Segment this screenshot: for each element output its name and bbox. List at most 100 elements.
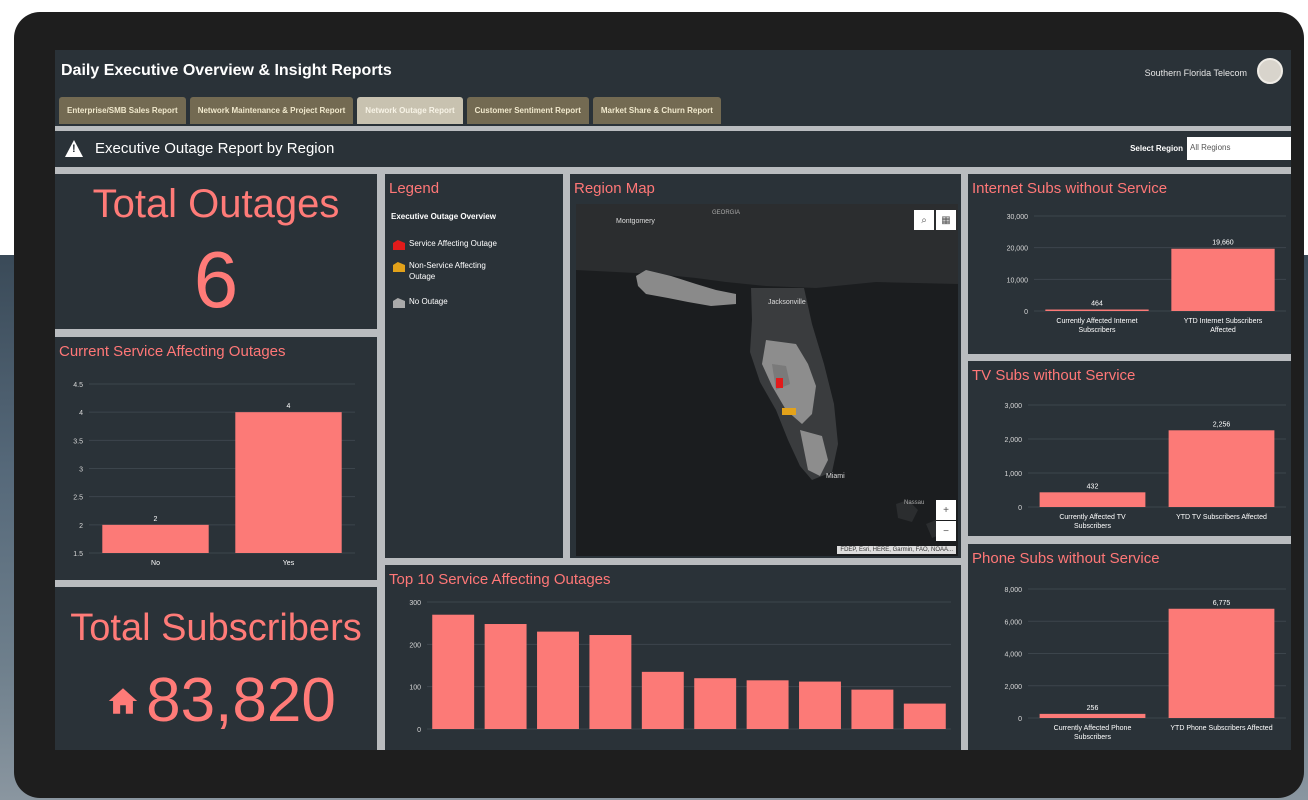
current-outages-panel: Current Service Affecting Outages 1.5 2 2.… xyxy=(55,337,377,580)
y-tick-label: 300 xyxy=(409,600,421,607)
bar xyxy=(1168,608,1275,718)
x-tick-label: Subscribers xyxy=(1074,734,1111,741)
x-tick-label: Subscribers xyxy=(1079,327,1116,334)
y-tick-label: 1,000 xyxy=(1004,471,1022,478)
bar xyxy=(903,703,946,729)
x-tick-label: Subscribers xyxy=(1074,523,1111,530)
avatar[interactable] xyxy=(1257,58,1283,84)
legend-heading: Executive Outage Overview xyxy=(391,212,496,221)
basemap-gallery-icon[interactable]: ▦ xyxy=(936,210,956,230)
bar xyxy=(589,635,632,729)
x-tick-label: Affected xyxy=(1210,327,1236,334)
legend-item: Service Affecting Outage xyxy=(393,238,527,250)
bar xyxy=(235,412,342,553)
total-outages-panel: Total Outages 6 xyxy=(55,174,377,329)
top10-panel: Top 10 Service Affecting Outages 0 100 200… xyxy=(385,565,961,750)
data-label: 6,775 xyxy=(1213,600,1231,607)
y-tick-label: 0 xyxy=(1018,716,1022,723)
y-tick-label: 2,000 xyxy=(1004,684,1022,691)
map-title: Region Map xyxy=(574,180,655,197)
y-tick-label: 2,000 xyxy=(1004,437,1022,444)
x-tick-label: Currently Affected Phone xyxy=(1054,725,1132,732)
svg-text:Jacksonville: Jacksonville xyxy=(768,299,806,306)
map-search-icon[interactable]: ⌕ xyxy=(914,210,934,230)
svg-text:GEORGIA: GEORGIA xyxy=(712,210,740,216)
x-tick-label: No xyxy=(151,560,160,567)
region-map[interactable]: GEORGIA Montgomery Jacksonville Miami Na… xyxy=(576,204,958,556)
legend-title: Legend xyxy=(389,180,440,197)
subscribers-row: 83,820 xyxy=(71,665,371,736)
bar xyxy=(1039,713,1146,718)
bar xyxy=(799,681,841,729)
y-tick-label: 1.5 xyxy=(73,551,83,558)
tab-market-share[interactable]: Market Share & Churn Report xyxy=(592,97,721,124)
phone-chart: 0 2,000 4,000 6,000 8,000 256 Currently Affect… xyxy=(1004,587,1286,741)
x-tick-label: Currently Affected Internet xyxy=(1056,318,1137,325)
page-title: Executive Outage Report by Region xyxy=(95,140,335,157)
legend-label: Service Affecting Outage xyxy=(409,239,497,248)
y-tick-label: 30,000 xyxy=(1007,214,1029,221)
bar xyxy=(484,624,527,729)
bar xyxy=(102,524,209,553)
data-label: 4 xyxy=(287,403,291,410)
y-tick-label: 2.5 xyxy=(73,495,83,502)
x-tick-label: YTD Internet Subscribers xyxy=(1184,318,1263,325)
legend-item: Non-Service Affecting Outage xyxy=(393,260,509,282)
bar xyxy=(1039,492,1146,507)
data-label: 2,256 xyxy=(1213,421,1231,428)
total-outages-value: 6 xyxy=(193,235,239,324)
y-tick-label: 3.5 xyxy=(73,438,83,445)
legend-item: No Outage xyxy=(393,296,527,308)
total-subscribers-value: 83,820 xyxy=(146,666,336,735)
home-icon xyxy=(109,687,138,714)
report-tabs: Enterprise/SMB Sales Report Network Main… xyxy=(59,97,721,124)
legend-label: No Outage xyxy=(409,297,448,306)
tab-network-maintenance[interactable]: Network Maintenance & Project Report xyxy=(189,97,354,124)
y-tick-label: 0 xyxy=(417,727,421,734)
x-tick-label: Currently Affected TV xyxy=(1059,514,1126,521)
x-tick-label: YTD TV Subscribers Affected xyxy=(1176,514,1267,521)
svg-text:Nassau: Nassau xyxy=(904,500,924,506)
y-tick-label: 6,000 xyxy=(1004,619,1022,626)
svg-text:Montgomery: Montgomery xyxy=(616,218,655,225)
y-tick-label: 20,000 xyxy=(1007,246,1029,253)
y-tick-label: 4.5 xyxy=(73,382,83,389)
y-tick-label: 8,000 xyxy=(1004,587,1022,594)
tab-network-outage[interactable]: Network Outage Report xyxy=(357,97,463,124)
map-attribution: FDEP, Esri, HERE, Garmin, FAO, NOAA... xyxy=(837,546,956,554)
florida-map: GEORGIA Montgomery Jacksonville Miami Na… xyxy=(576,204,958,556)
svg-text:Miami: Miami xyxy=(826,473,845,480)
tab-customer-sentiment[interactable]: Customer Sentiment Report xyxy=(466,97,589,124)
region-select[interactable]: All Regions xyxy=(1187,137,1291,160)
bar xyxy=(432,614,475,729)
app-header: Daily Executive Overview & Insight Repor… xyxy=(55,50,1291,126)
y-tick-label: 10,000 xyxy=(1007,277,1029,284)
bar xyxy=(746,680,789,729)
data-label: 19,660 xyxy=(1212,240,1234,247)
y-tick-label: 3 xyxy=(79,467,83,474)
tab-enterprise-sales[interactable]: Enterprise/SMB Sales Report xyxy=(59,97,186,124)
y-tick-label: 4,000 xyxy=(1004,652,1022,659)
top10-chart: 0 100 200 300 xyxy=(409,600,951,734)
y-tick-label: 100 xyxy=(409,685,421,692)
total-subscribers-label: Total Subscribers xyxy=(70,607,362,649)
red-flag-icon xyxy=(393,240,405,250)
zoom-out-button[interactable]: − xyxy=(936,521,956,541)
bar xyxy=(851,689,894,729)
y-tick-label: 3,000 xyxy=(1004,403,1022,410)
legend-label: Non-Service Affecting Outage xyxy=(409,261,486,281)
bar xyxy=(641,671,684,729)
zoom-in-button[interactable]: + xyxy=(936,500,956,520)
bar xyxy=(537,631,579,729)
internet-subs-panel: Internet Subs without Service 0 10,000 20,… xyxy=(968,174,1291,354)
x-tick-label: Yes xyxy=(283,560,295,567)
warning-icon xyxy=(65,140,83,157)
tablet-frame: Daily Executive Overview & Insight Repor… xyxy=(14,12,1304,798)
y-tick-label: 200 xyxy=(409,642,421,649)
bar xyxy=(694,678,737,729)
y-tick-label: 4 xyxy=(79,410,83,417)
phone-subs-panel: Phone Subs without Service 0 2,000 4,000 6,… xyxy=(968,544,1291,750)
select-region-label: Select Region xyxy=(1130,144,1183,153)
yellow-flag-icon xyxy=(393,262,405,272)
y-tick-label: 0 xyxy=(1018,505,1022,512)
